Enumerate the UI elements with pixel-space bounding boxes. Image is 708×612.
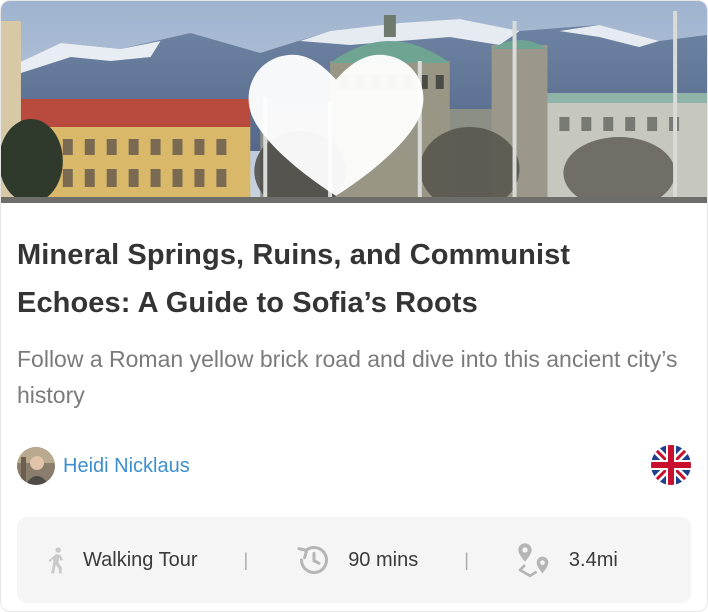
stat-duration: 90 mins	[294, 540, 418, 580]
heart-icon[interactable]	[1, 19, 689, 203]
clock-history-icon	[297, 546, 329, 574]
tour-stats-bar: Walking Tour | 90 mins | 3.4mi	[17, 517, 691, 603]
author-link[interactable]: Heidi Nicklaus	[63, 455, 190, 478]
duration-label: 90 mins	[348, 548, 419, 571]
author-row: Heidi Nicklaus	[17, 445, 691, 487]
tour-title[interactable]: Mineral Springs, Ruins, and Communist Ec…	[17, 231, 691, 327]
stats-separator: |	[243, 549, 249, 570]
route-pin-icon	[518, 543, 549, 578]
avatar[interactable]	[17, 447, 55, 485]
tour-subtitle: Follow a Roman yellow brick road and div…	[17, 346, 678, 408]
tour-card[interactable]: Mineral Springs, Ruins, and Communist Ec…	[0, 0, 708, 612]
avatar-image	[17, 447, 55, 485]
stats-separator: |	[464, 549, 469, 570]
tour-cover-image[interactable]	[1, 1, 707, 203]
stat-distance: 3.4mi	[515, 538, 618, 582]
distance-label: 3.4mi	[568, 548, 618, 571]
walking-person-icon	[48, 547, 63, 574]
uk-flag-icon	[651, 445, 691, 485]
stat-tour-type: Walking Tour	[43, 538, 198, 582]
card-content: Mineral Springs, Ruins, and Communist Ec…	[1, 231, 707, 603]
tour-type-label: Walking Tour	[83, 548, 198, 571]
